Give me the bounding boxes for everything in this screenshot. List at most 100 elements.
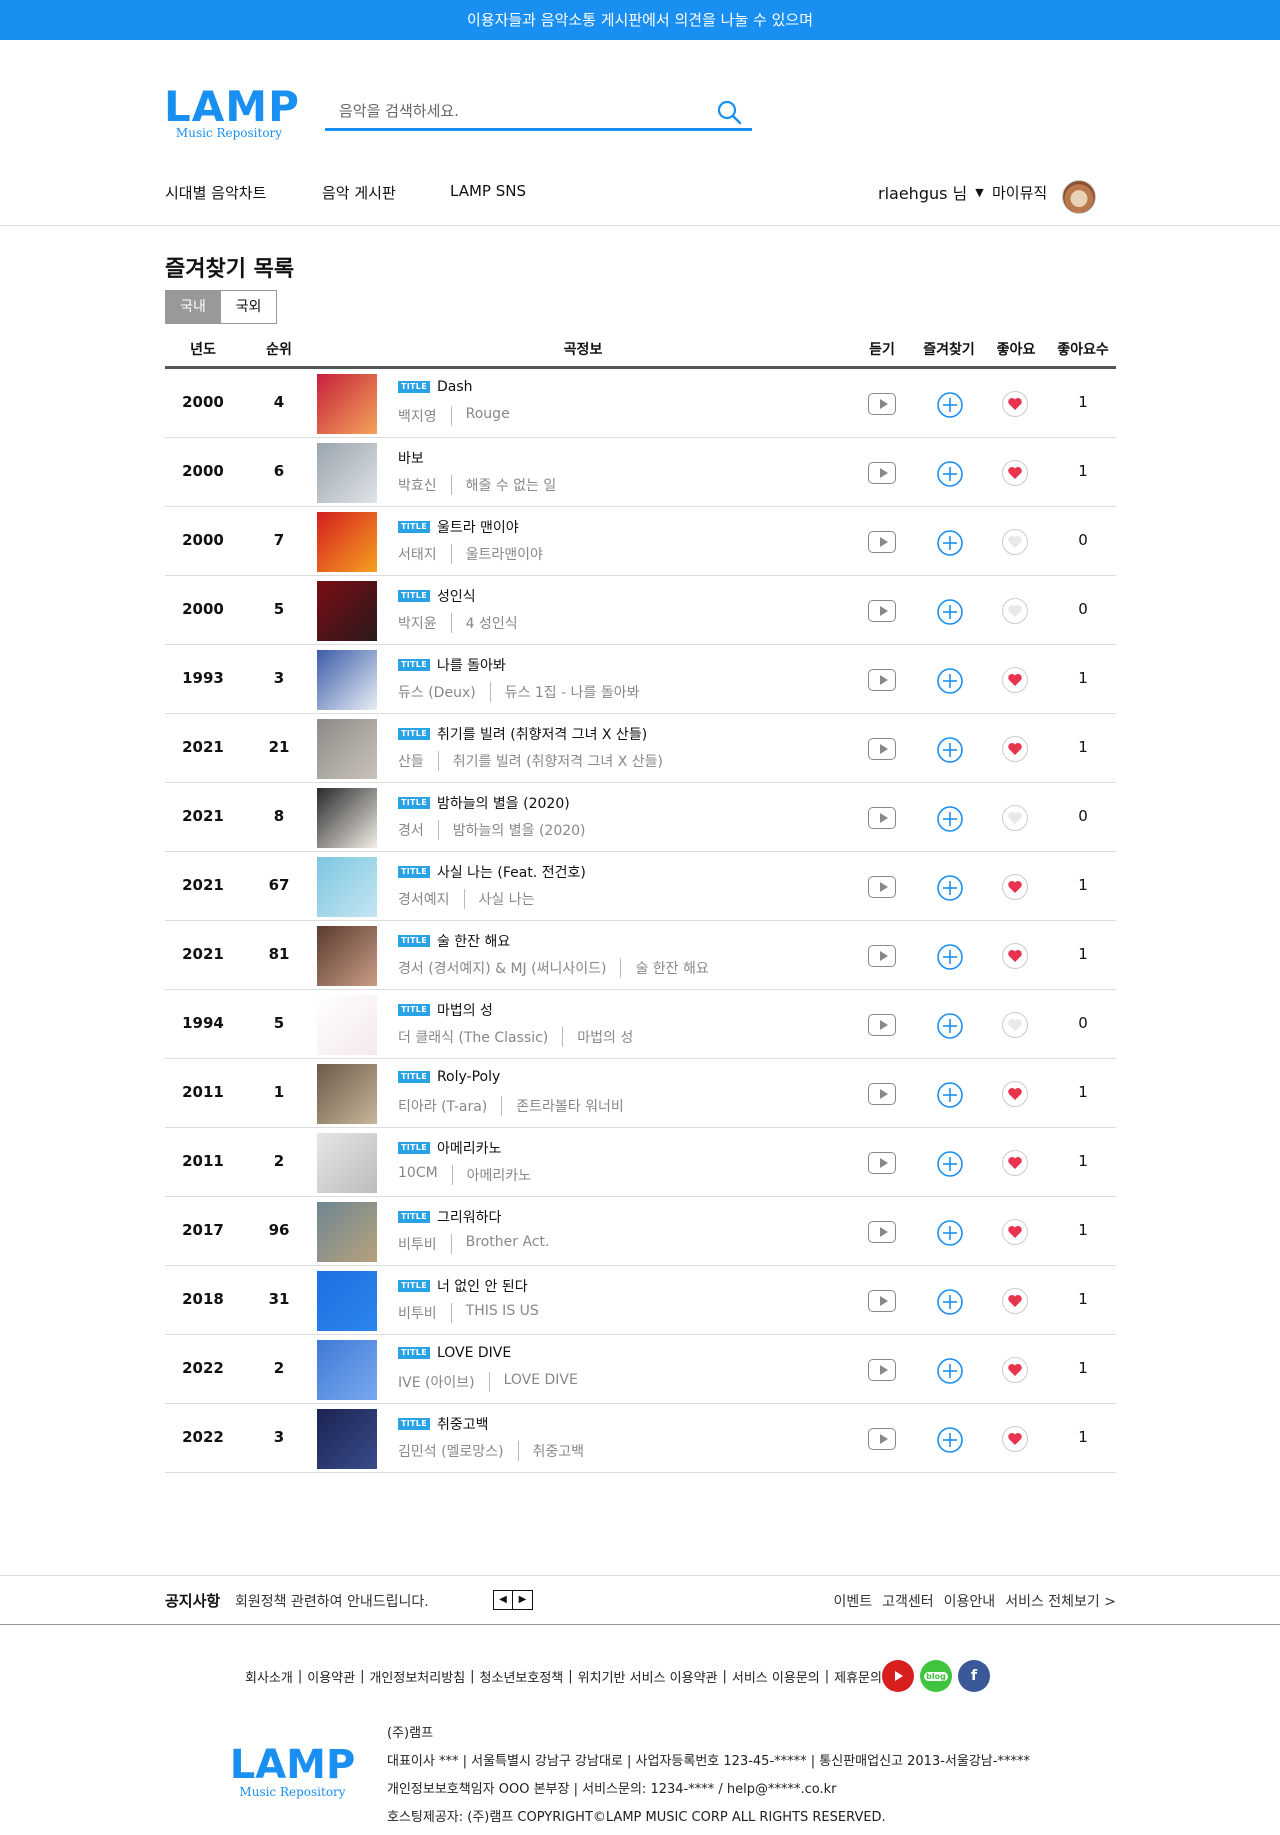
search-icon[interactable] [716, 99, 742, 125]
footer-link[interactable]: 회사소개 [245, 1667, 293, 1686]
heart-icon[interactable] [1002, 1357, 1028, 1383]
album-cover[interactable] [317, 1202, 377, 1262]
add-circle-icon[interactable] [936, 598, 964, 626]
play-icon[interactable] [868, 876, 896, 898]
album-cover[interactable] [317, 995, 377, 1055]
add-circle-icon[interactable] [936, 1288, 964, 1316]
footer-link[interactable]: 이용약관 [307, 1667, 355, 1686]
album-name[interactable]: Rouge [466, 406, 510, 426]
song-title[interactable]: TITLE LOVE DIVE [398, 1345, 511, 1361]
artist-name[interactable]: 박효신 [398, 475, 437, 495]
next-icon[interactable]: ▶ [513, 1590, 533, 1610]
tab-foreign[interactable]: 국외 [221, 290, 277, 324]
blog-icon[interactable]: blog [919, 1660, 952, 1692]
heart-icon[interactable] [1002, 1012, 1028, 1038]
heart-icon[interactable] [1002, 943, 1028, 969]
play-icon[interactable] [868, 945, 896, 967]
add-circle-icon[interactable] [936, 1219, 964, 1247]
heart-icon[interactable] [1002, 1288, 1028, 1314]
logo[interactable]: LAMP Music Repository [164, 86, 299, 141]
album-name[interactable]: 4 성인식 [466, 613, 518, 633]
add-circle-icon[interactable] [936, 529, 964, 557]
album-name[interactable]: 존트라볼타 워너비 [516, 1096, 624, 1116]
album-cover[interactable] [317, 512, 377, 572]
song-title[interactable]: TITLE 취중고백 [398, 1414, 488, 1434]
album-cover[interactable] [317, 1340, 377, 1400]
album-name[interactable]: 해줄 수 없는 일 [466, 475, 557, 495]
add-circle-icon[interactable] [936, 1012, 964, 1040]
album-name[interactable]: LOVE DIVE [504, 1372, 578, 1392]
heart-icon[interactable] [1002, 460, 1028, 486]
heart-icon[interactable] [1002, 874, 1028, 900]
play-icon[interactable] [868, 531, 896, 553]
facebook-icon[interactable]: f [957, 1660, 990, 1692]
add-circle-icon[interactable] [936, 736, 964, 764]
play-icon[interactable] [868, 600, 896, 622]
nav-item-board[interactable]: 음악 게시판 [322, 182, 396, 203]
heart-icon[interactable] [1002, 598, 1028, 624]
add-circle-icon[interactable] [936, 805, 964, 833]
song-title[interactable]: TITLE 마법의 성 [398, 1000, 493, 1020]
song-title[interactable]: TITLE 술 한잔 해요 [398, 931, 510, 951]
artist-name[interactable]: 경서예지 [398, 889, 450, 909]
add-circle-icon[interactable] [936, 943, 964, 971]
song-title[interactable]: TITLE 취기를 빌려 (취향저격 그녀 X 산들) [398, 724, 647, 744]
album-name[interactable]: 마법의 성 [577, 1027, 633, 1047]
song-title[interactable]: TITLE 그리워하다 [398, 1207, 501, 1227]
heart-icon[interactable] [1002, 736, 1028, 762]
album-name[interactable]: 사실 나는 [479, 889, 535, 909]
heart-icon[interactable] [1002, 529, 1028, 555]
tab-domestic[interactable]: 국내 [165, 290, 221, 324]
link-support[interactable]: 고객센터 [882, 1591, 934, 1611]
footer-link[interactable]: 위치기반 서비스 이용약관 [578, 1667, 718, 1686]
add-circle-icon[interactable] [936, 667, 964, 695]
play-icon[interactable] [868, 807, 896, 829]
artist-name[interactable]: IVE (아이브) [398, 1372, 475, 1392]
artist-name[interactable]: 비투비 [398, 1234, 437, 1254]
album-cover[interactable] [317, 857, 377, 917]
heart-icon[interactable] [1002, 1219, 1028, 1245]
artist-name[interactable]: 10CM [398, 1165, 438, 1185]
footer-link[interactable]: 서비스 이용문의 [732, 1667, 820, 1686]
user-menu[interactable]: rlaehgus 님 ▼ [878, 180, 992, 204]
song-title[interactable]: TITLE Dash [398, 379, 472, 395]
album-cover[interactable] [317, 1409, 377, 1469]
link-guide[interactable]: 이용안내 [944, 1591, 996, 1611]
nav-item-sns[interactable]: LAMP SNS [450, 182, 526, 200]
play-icon[interactable] [868, 1083, 896, 1105]
album-cover[interactable] [317, 1133, 377, 1193]
play-icon[interactable] [868, 738, 896, 760]
add-circle-icon[interactable] [936, 391, 964, 419]
avatar[interactable] [1062, 180, 1096, 214]
artist-name[interactable]: 더 클래식 (The Classic) [398, 1027, 548, 1047]
album-cover[interactable] [317, 1064, 377, 1124]
artist-name[interactable]: 백지영 [398, 406, 437, 426]
artist-name[interactable]: 산들 [398, 751, 424, 771]
heart-icon[interactable] [1002, 1081, 1028, 1107]
footer-link[interactable]: 제휴문의 [834, 1667, 882, 1686]
song-title[interactable]: TITLE 울트라 맨이야 [398, 517, 519, 537]
album-name[interactable]: 아메리카노 [467, 1165, 531, 1185]
link-event[interactable]: 이벤트 [834, 1591, 873, 1611]
album-name[interactable]: 취기를 빌려 (취향저격 그녀 X 산들) [453, 751, 663, 771]
album-name[interactable]: 울트라맨이야 [466, 544, 543, 564]
artist-name[interactable]: 김민석 (멜로망스) [398, 1441, 504, 1461]
album-name[interactable]: 듀스 1집 - 나를 돌아봐 [505, 682, 640, 702]
link-all-services[interactable]: 서비스 전체보기 > [1005, 1591, 1116, 1611]
song-title[interactable]: TITLE 아메리카노 [398, 1138, 501, 1158]
add-circle-icon[interactable] [936, 460, 964, 488]
footer-logo[interactable]: LAMP Music Repository [225, 1745, 360, 1799]
song-title[interactable]: TITLE 너 없인 안 된다 [398, 1276, 528, 1296]
album-cover[interactable] [317, 443, 377, 503]
heart-icon[interactable] [1002, 1426, 1028, 1452]
heart-icon[interactable] [1002, 1150, 1028, 1176]
prev-icon[interactable]: ◀ [493, 1590, 513, 1610]
album-cover[interactable] [317, 788, 377, 848]
artist-name[interactable]: 티아라 (T-ara) [398, 1096, 487, 1116]
artist-name[interactable]: 듀스 (Deux) [398, 682, 476, 702]
song-title[interactable]: TITLE 성인식 [398, 586, 476, 606]
notice-text[interactable]: 회원정책 관련하여 안내드립니다. [235, 1591, 429, 1611]
artist-name[interactable]: 비투비 [398, 1303, 437, 1323]
artist-name[interactable]: 서태지 [398, 544, 437, 564]
heart-icon[interactable] [1002, 667, 1028, 693]
